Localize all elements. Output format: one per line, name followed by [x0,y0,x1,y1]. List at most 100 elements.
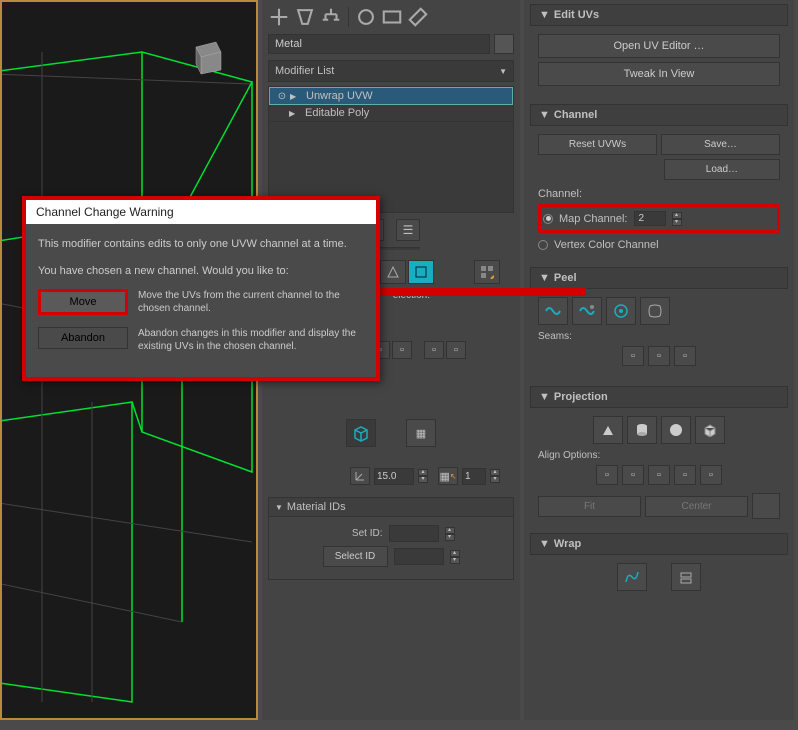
set-id-label: Set ID: [328,528,383,539]
channel-title: Channel [554,109,597,121]
align-view-icon[interactable]: ▫ [700,465,722,485]
modifier-list-dropdown[interactable]: Modifier List ▼ [268,60,514,82]
edge-mode-icon[interactable] [408,260,434,284]
seam-icon-3[interactable]: ▫ [674,346,696,366]
edit-uvs-header[interactable]: ▼ Edit UVs [530,4,788,26]
display-tab-icon[interactable] [381,6,403,28]
align-x-icon[interactable]: ▫ [596,465,618,485]
map-channel-value-input[interactable] [634,211,666,226]
peel-header[interactable]: ▼ Peel [530,267,788,289]
stitch-spinner[interactable]: ▴▾ [490,469,500,483]
configure-sets-button[interactable]: ☰ [396,219,420,241]
object-name-input[interactable] [268,34,490,54]
modifier-list-label: Modifier List [275,65,334,77]
select-inverted-icon[interactable]: ▫ [446,341,466,359]
modifier-stack-item[interactable]: ▶ Editable Poly [269,105,513,122]
reset-uvws-button[interactable]: Reset UVWs [538,134,657,155]
projection-title: Projection [554,391,608,403]
visibility-icon[interactable]: ⊙ [274,91,290,102]
chevron-down-icon: ▼ [539,538,550,550]
cylindrical-projection-icon[interactable] [627,416,657,444]
channel-header[interactable]: ▼ Channel [530,104,788,126]
seam-icon-1[interactable]: ▫ [622,346,644,366]
load-channel-button[interactable]: Load… [664,159,780,180]
align-y-icon[interactable]: ▫ [622,465,644,485]
vertex-color-label: Vertex Color Channel [554,239,659,251]
planar-projection-icon[interactable] [593,416,623,444]
peel-reset-icon[interactable] [572,297,602,325]
map-channel-spinner[interactable]: ▴▾ [672,212,682,226]
align-normal-icon[interactable]: ▫ [674,465,696,485]
chevron-down-icon: ▼ [539,109,550,121]
unwrap-params-panel: ▼ Edit UVs Open UV Editor … Tweak In Vie… [524,0,794,720]
select-id-spinner[interactable]: ▴▾ [450,550,460,564]
stitch-icon[interactable]: ▦↖ [438,467,458,485]
stitch-value-input[interactable] [462,468,486,485]
dialog-title: Channel Change Warning [26,200,376,224]
wrap-title: Wrap [554,538,581,550]
expand-icon[interactable]: ▶ [289,109,301,118]
select-by-element-icon[interactable]: ▫ [424,341,444,359]
modifier-name: Editable Poly [301,107,509,119]
projection-header[interactable]: ▼ Projection [530,386,788,408]
map-channel-radio-row[interactable]: Map Channel: ▴▾ [543,209,775,228]
fit-button[interactable]: Fit [538,496,641,517]
peel-quick-icon[interactable] [538,297,568,325]
loop-selection-icon[interactable]: ▫ [392,341,412,359]
expand-icon[interactable]: ▶ [290,92,302,101]
unfold-map-icon[interactable] [671,563,701,591]
modifier-stack: ⊙ ▶ Unwrap UVW ▶ Editable Poly [268,86,514,213]
map-channel-label: Map Channel: [559,213,628,225]
seam-icon-2[interactable]: ▫ [648,346,670,366]
vertex-color-radio-row[interactable]: Vertex Color Channel [538,237,780,253]
vertex-mode-icon[interactable] [380,260,406,284]
dialog-line-2: You have chosen a new channel. Would you… [38,263,364,280]
peel-title: Peel [554,272,577,284]
hierarchy-tab-icon[interactable] [320,6,342,28]
material-ids-rollout-header[interactable]: ▼ Material IDs [268,497,514,517]
motion-tab-icon[interactable] [355,6,377,28]
center-button[interactable]: Center [645,496,748,517]
utilities-tab-icon[interactable] [407,6,429,28]
angle-threshold-input[interactable] [374,468,414,485]
modify-tab-icon[interactable] [294,6,316,28]
edit-uvs-title: Edit UVs [554,9,599,21]
chevron-down-icon: ▼ [539,391,550,403]
chevron-down-icon: ▼ [539,272,550,284]
map-channel-highlight: Map Channel: ▴▾ [538,204,780,233]
angle-spinner[interactable]: ▴▾ [418,469,428,483]
spline-map-icon[interactable] [617,563,647,591]
quick-planar-icon[interactable] [346,419,376,447]
object-color-swatch[interactable] [494,34,514,54]
viewport-cube-gizmo[interactable] [181,32,231,82]
box-projection-icon[interactable] [695,416,725,444]
quick-planar-settings-icon[interactable]: ▦ [406,419,436,447]
angle-icon[interactable] [350,467,370,485]
projection-manipulator-icon[interactable] [752,493,780,519]
set-id-spinner[interactable]: ▴▾ [445,527,455,541]
abandon-description: Abandon changes in this modifier and dis… [138,327,364,353]
create-tab-icon[interactable] [268,6,290,28]
spherical-projection-icon[interactable] [661,416,691,444]
pelt-stretcher-icon[interactable] [640,297,670,325]
pelt-map-icon[interactable] [606,297,636,325]
material-ids-title: Material IDs [287,501,346,513]
modifier-name: Unwrap UVW [302,90,508,102]
select-id-input[interactable] [394,548,444,565]
select-id-button[interactable]: Select ID [323,546,388,567]
abandon-button[interactable]: Abandon [38,327,128,349]
save-channel-button[interactable]: Save… [661,134,780,155]
wrap-header[interactable]: ▼ Wrap [530,533,788,555]
radio-on-icon[interactable] [543,214,553,224]
channel-change-dialog: Channel Change Warning This modifier con… [22,196,380,381]
radio-off-icon[interactable] [538,240,548,250]
open-uv-editor-button[interactable]: Open UV Editor … [538,34,780,58]
set-id-input[interactable] [389,525,439,542]
align-z-icon[interactable]: ▫ [648,465,670,485]
chevron-down-icon: ▼ [499,67,507,76]
modifier-stack-item[interactable]: ⊙ ▶ Unwrap UVW [269,87,513,105]
panel-tab-toolbar [262,0,520,34]
face-mode-icon[interactable] [474,260,500,284]
move-button[interactable]: Move [38,289,128,315]
tweak-in-view-button[interactable]: Tweak In View [538,62,780,86]
